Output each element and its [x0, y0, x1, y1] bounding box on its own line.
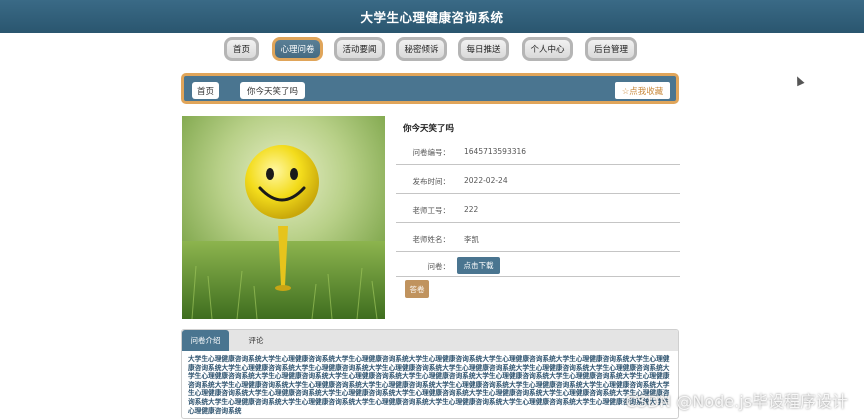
tabs-panel: 问卷介绍 评论 大学生心理健康咨询系统大学生心理健康咨询系统大学生心理健康咨询系… [181, 329, 679, 419]
download-button[interactable]: 点击下载 [457, 257, 500, 274]
nav-item-news[interactable]: 活动要闻 [334, 37, 385, 61]
tab-intro[interactable]: 问卷介绍 [182, 330, 229, 351]
mouse-cursor-icon [793, 74, 805, 87]
detail-value: 1645713593316 [464, 147, 527, 156]
detail-label: 发布时间： [412, 177, 451, 186]
detail-row-teacher-id: 老师工号： 222 [396, 194, 680, 223]
detail-row-date: 发布时间： 2022-02-24 [396, 165, 680, 194]
breadcrumb: 首页 你今天笑了吗 ☆点我收藏 [181, 73, 679, 104]
detail-row-answer [396, 277, 680, 302]
smiley-golf-ball-image [182, 116, 385, 319]
site-header: 大学生心理健康咨询系统 [0, 0, 864, 33]
watermark: CSDN @Node.js毕设程序设计 [625, 392, 848, 411]
detail-label: 问卷： [427, 262, 451, 271]
detail-row-id: 问卷编号： 1645713593316 [396, 136, 680, 165]
detail-title: 你今天笑了吗 [403, 124, 455, 134]
tab-header: 问卷介绍 评论 [182, 330, 678, 351]
detail-value: 222 [464, 205, 479, 214]
breadcrumb-current: 你今天笑了吗 [240, 82, 305, 99]
nav-item-confide[interactable]: 秘密倾诉 [396, 37, 447, 61]
site-title: 大学生心理健康咨询系统 [360, 10, 504, 25]
detail-value: 李凯 [464, 235, 479, 244]
detail-label: 问卷编号： [412, 148, 451, 157]
questionnaire-image [182, 116, 385, 319]
detail-label: 老师姓名： [412, 235, 451, 244]
nav-item-profile[interactable]: 个人中心 [522, 37, 573, 61]
detail-label: 老师工号： [412, 206, 451, 215]
tab-comments[interactable]: 评论 [238, 330, 274, 351]
nav-item-admin[interactable]: 后台管理 [585, 37, 637, 61]
answer-button[interactable]: 答卷 [405, 280, 429, 298]
tab-content: 大学生心理健康咨询系统大学生心理健康咨询系统大学生心理健康咨询系统大学生心理健康… [188, 355, 670, 415]
detail-value: 2022-02-24 [464, 176, 508, 185]
detail-row-file: 问卷： [396, 252, 680, 277]
breadcrumb-home[interactable]: 首页 [192, 82, 219, 99]
nav-item-home[interactable]: 首页 [224, 37, 259, 61]
detail-row-teacher-name: 老师姓名： 李凯 [396, 223, 680, 252]
nav-item-questionnaire[interactable]: 心理问卷 [272, 37, 323, 61]
favorite-button[interactable]: ☆点我收藏 [615, 82, 670, 99]
main-nav: 首页 心理问卷 活动要闻 秘密倾诉 每日推送 个人中心 后台管理 [0, 37, 864, 61]
nav-item-daily-push[interactable]: 每日推送 [458, 37, 509, 61]
